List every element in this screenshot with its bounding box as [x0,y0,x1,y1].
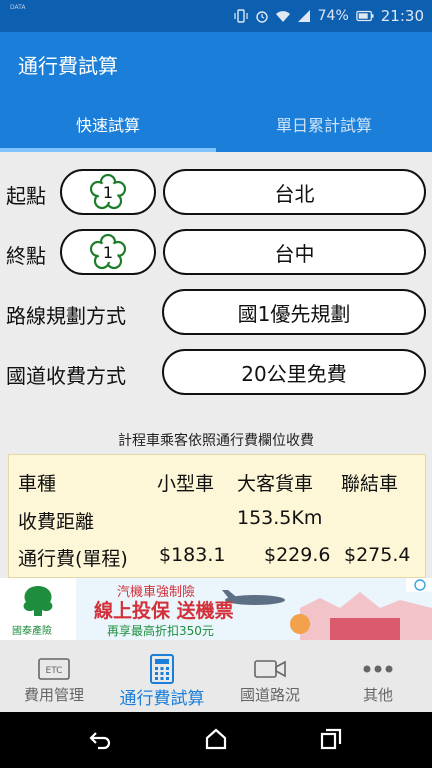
end-interchange-selector[interactable]: 台中 [163,229,426,275]
tab-bar: 快速試算 單日累計試算 [0,106,432,152]
cathay-logo-icon [23,586,53,616]
back-icon[interactable] [88,730,112,750]
fee-result-table: 車種 小型車 大客貨車 聯結車 收費距離 153.5Km 通行費(單程) $18… [8,454,426,578]
bottom-navigation: ETC 費用管理 通行費試算 國道路況 其他 [0,640,432,712]
nav-road-conditions-label: 國道路況 [239,686,300,704]
nav-road-conditions[interactable]: 國道路況 [216,640,324,712]
status-icons: 74% 21:30 [234,7,424,25]
clock: 21:30 [380,7,424,25]
start-highway-number: 1 [103,183,113,202]
system-navigation-bar [0,712,432,768]
wifi-icon [275,11,290,22]
alarm-icon [255,11,268,23]
battery-icon [356,10,374,22]
status-bar: DATA 74% 21:30 [0,0,432,32]
route-label: 路線規劃方式 [6,304,126,328]
end-highway-selector[interactable]: 1 [60,229,156,275]
start-label: 起點 [6,184,46,208]
start-interchange-selector[interactable]: 台北 [163,169,426,215]
end-label: 終點 [6,244,46,268]
home-icon[interactable] [205,728,227,750]
ad-brand: 國泰產險 [12,626,52,637]
nav-toll-calc[interactable]: 通行費試算 [108,640,216,712]
ad-banner[interactable]: 國泰產險 汽機車強制險 線上投保 送機票 再享最高折扣350元 [0,578,432,640]
route-value: 國1優先規劃 [237,301,351,326]
tab-quick-calc[interactable]: 快速試算 [0,106,216,152]
signal-icon [297,10,310,22]
national-highway-icon: 1 [90,174,126,210]
carrier-label: DATA [10,4,26,11]
vehicle-type-label: 車種 [18,473,57,495]
calculator-icon [150,654,174,684]
fee-mode-label: 國道收費方式 [6,364,126,388]
ad-line2: 線上投保 送機票 [94,600,234,622]
fee-mode-row: 國道收費方式 20公里免費 [0,349,432,397]
fee-mode-value: 20公里免費 [241,361,347,386]
nav-more-label: 其他 [362,686,393,704]
national-highway-icon: 1 [90,234,126,270]
tab-daily-calc[interactable]: 單日累計試算 [216,106,432,152]
start-row: 起點 1 台北 [0,169,432,217]
route-selector[interactable]: 國1優先規劃 [162,289,426,335]
svg-text:ETC: ETC [46,666,63,676]
app-bar: 通行費試算 快速試算 單日累計試算 [0,32,432,152]
more-icon [363,665,393,673]
start-highway-selector[interactable]: 1 [60,169,156,215]
distance-value: 153.5Km [237,507,323,529]
end-interchange-value: 台中 [274,241,315,266]
small-car-toll: $183.1 [159,544,226,566]
recents-icon[interactable] [320,728,342,750]
nav-toll-calc-label: 通行費試算 [119,689,205,709]
ad-line3: 再享最高折扣350元 [107,624,214,638]
trailer-toll: $275.4 [344,544,411,566]
toll-label: 通行費(單程) [18,548,128,570]
etc-icon: ETC [38,658,70,680]
battery-percent: 74% [317,8,349,24]
distance-label: 收費距離 [18,511,95,533]
end-highway-number: 1 [103,243,113,262]
camera-icon [254,660,286,678]
end-row: 終點 1 台中 [0,229,432,277]
large-vehicle-toll: $229.6 [264,544,331,566]
trailer-header: 聯結車 [341,473,399,495]
taxi-note: 計程車乘客依照通行費欄位收費 [118,433,314,449]
start-interchange-value: 台北 [274,181,315,206]
fee-mode-selector[interactable]: 20公里免費 [162,349,426,395]
nav-more[interactable]: 其他 [324,640,432,712]
nav-fee-management-label: 費用管理 [23,686,84,704]
large-vehicle-header: 大客貨車 [237,473,314,495]
vibrate-icon [234,9,248,23]
nav-fee-management[interactable]: ETC 費用管理 [0,640,108,712]
route-row: 路線規劃方式 國1優先規劃 [0,289,432,337]
small-car-header: 小型車 [157,473,215,495]
app-title: 通行費試算 [18,54,118,78]
